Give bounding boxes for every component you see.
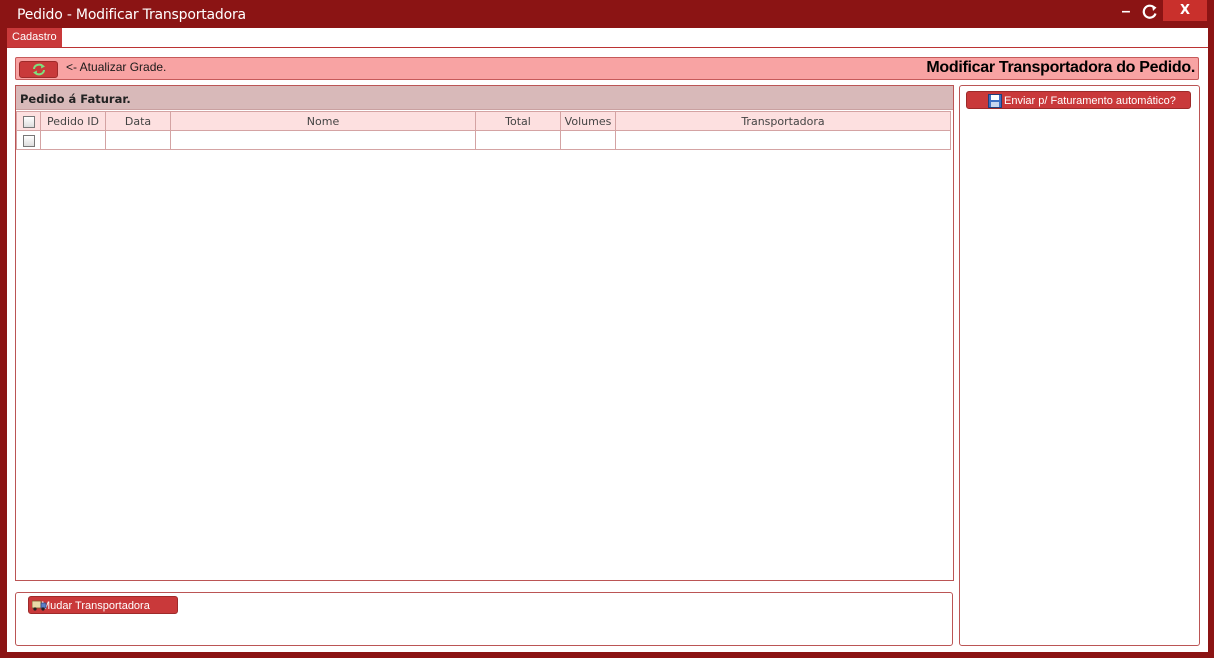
table-row[interactable] (16, 130, 951, 150)
restore-icon[interactable] (1140, 2, 1160, 22)
cell-volumes[interactable] (560, 130, 616, 150)
title-bar: Pedido - Modificar Transportadora – X (0, 0, 1214, 28)
page-title: Modificar Transportadora do Pedido. (926, 59, 1195, 76)
cell-total[interactable] (475, 130, 561, 150)
refresh-button[interactable] (19, 61, 58, 78)
bottom-actions-panel: Mudar Transportadora (15, 592, 953, 646)
grid-caption: Pedido á Faturar. (16, 86, 953, 110)
row-checkbox[interactable] (22, 134, 35, 147)
work-area: Cadastro <- Atualizar Grade. Modificar T… (7, 28, 1208, 652)
window-title: Pedido - Modificar Transportadora (17, 7, 246, 23)
column-header-total[interactable]: Total (475, 111, 561, 131)
cell-pedido-id[interactable] (40, 130, 106, 150)
save-icon (988, 94, 1002, 108)
refresh-label: <- Atualizar Grade. (66, 60, 167, 74)
mudar-transportadora-label: Mudar Transportadora (41, 600, 150, 612)
row-select-cell (16, 130, 41, 150)
orders-grid: Pedido ID Data Nome Total Volumes Transp… (16, 111, 951, 150)
grid-header-row: Pedido ID Data Nome Total Volumes Transp… (16, 111, 951, 131)
column-header-nome[interactable]: Nome (170, 111, 476, 131)
column-header-pedido-id[interactable]: Pedido ID (40, 111, 106, 131)
cell-transportadora[interactable] (615, 130, 951, 150)
close-button[interactable]: X (1163, 0, 1207, 21)
toolbar: <- Atualizar Grade. Modificar Transporta… (15, 57, 1199, 80)
truck-icon (32, 600, 47, 611)
menu-item-cadastro[interactable]: Cadastro (7, 28, 62, 47)
column-header-data[interactable]: Data (105, 111, 171, 131)
side-panel: Enviar p/ Faturamento automático? (959, 85, 1200, 646)
column-header-transportadora[interactable]: Transportadora (615, 111, 951, 131)
menu-bar: Cadastro (7, 28, 1208, 48)
cell-nome[interactable] (170, 130, 476, 150)
minimize-button[interactable]: – (1118, 0, 1134, 24)
cell-data[interactable] (105, 130, 171, 150)
select-all-checkbox[interactable] (22, 115, 35, 128)
mudar-transportadora-button[interactable]: Mudar Transportadora (28, 596, 178, 614)
enviar-faturamento-button[interactable]: Enviar p/ Faturamento automático? (966, 91, 1191, 109)
refresh-icon (33, 63, 45, 76)
enviar-faturamento-label: Enviar p/ Faturamento automático? (1004, 95, 1176, 107)
select-all-cell (16, 111, 41, 131)
orders-grid-panel: Pedido á Faturar. Pedido ID Data Nome To… (15, 85, 954, 581)
column-header-volumes[interactable]: Volumes (560, 111, 616, 131)
